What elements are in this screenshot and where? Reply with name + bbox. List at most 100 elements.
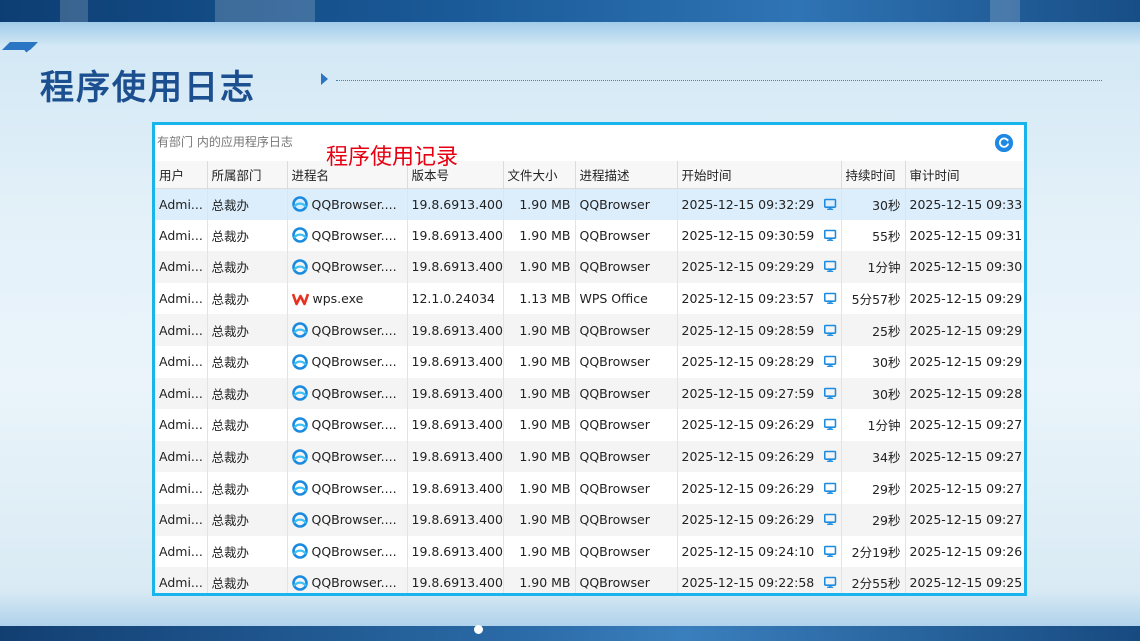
cell-version: 19.8.6913.400 — [407, 567, 504, 593]
process-name: wps.exe — [312, 291, 364, 307]
cell-version: 19.8.6913.400 — [407, 219, 504, 252]
monitor-icon[interactable] — [824, 228, 837, 243]
cell-duration: 55秒 — [841, 219, 906, 252]
monitor-icon[interactable] — [824, 417, 837, 432]
cell-audit: 2025-12-15 09:27 — [905, 440, 1024, 473]
cell-audit: 2025-12-15 09:26 — [905, 535, 1024, 568]
title-arrow-icon — [321, 73, 328, 85]
monitor-icon[interactable] — [824, 575, 837, 590]
cell-version: 12.1.0.24034 — [407, 282, 504, 315]
cell-size: 1.90 MB — [503, 535, 576, 568]
cell-user: Admi... — [155, 440, 208, 473]
cell-desc: QQBrowser — [575, 567, 678, 593]
cell-size: 1.90 MB — [503, 440, 576, 473]
cell-desc: QQBrowser — [575, 188, 678, 220]
cell-dept: 总裁办 — [207, 251, 288, 283]
process-name: QQBrowser.... — [311, 480, 397, 496]
monitor-icon[interactable] — [824, 197, 837, 212]
start-time: 2025-12-15 09:26:29 — [681, 449, 815, 465]
column-header[interactable]: 文件大小 — [503, 161, 576, 189]
qqbrowser-icon — [291, 353, 308, 370]
cell-audit: 2025-12-15 09:25 — [905, 567, 1024, 593]
monitor-icon[interactable] — [824, 259, 837, 274]
cell-process: QQBrowser.... — [287, 567, 408, 593]
table-row[interactable]: Admi... 总裁办 QQBrowser.... 19.8.6913.400 1.90… — [155, 503, 1024, 536]
start-time: 2025-12-15 09:24:10 — [681, 543, 815, 559]
cell-user: Admi... — [155, 314, 208, 346]
cell-audit: 2025-12-15 09:31 — [905, 219, 1024, 252]
monitor-icon[interactable] — [824, 291, 837, 306]
cell-dept: 总裁办 — [207, 282, 288, 315]
cell-audit: 2025-12-15 09:30 — [905, 251, 1024, 283]
cell-version: 19.8.6913.400 — [407, 409, 504, 441]
cell-duration: 1分钟 — [841, 409, 906, 441]
monitor-icon[interactable] — [824, 449, 837, 464]
cell-size: 1.90 MB — [503, 409, 576, 441]
process-name: QQBrowser.... — [311, 417, 397, 433]
qqbrowser-icon — [291, 322, 308, 338]
cell-size: 1.90 MB — [503, 503, 576, 536]
cell-size: 1.90 MB — [503, 314, 576, 346]
table-row[interactable]: Admi... 总裁办 QQBrowser.... 19.8.6913.400 1.90… — [155, 345, 1024, 378]
qqbrowser-icon — [291, 575, 308, 591]
cell-user: Admi... — [155, 282, 208, 315]
table-row[interactable]: Admi... 总裁办 QQBrowser.... 19.8.6913.400 1.90… — [155, 535, 1024, 568]
table-row[interactable]: Admi... 总裁办 QQBrowser.... 19.8.6913.400 1.90… — [155, 251, 1024, 283]
table-row[interactable]: Admi... 总裁办 QQBrowser.... 19.8.6913.400 1.90… — [155, 440, 1024, 473]
table-row[interactable]: Admi... 总裁办 QQBrowser.... 19.8.6913.400 1.90… — [155, 188, 1024, 220]
table-row[interactable]: Admi... 总裁办 QQBrowser.... 19.8.6913.400 1.90… — [155, 567, 1024, 593]
cell-desc: QQBrowser — [575, 314, 678, 346]
table-row[interactable]: Admi... 总裁办 wps.exe 12.1.0.24034 1.13 MB WPS … — [155, 282, 1024, 315]
monitor-icon[interactable] — [824, 512, 837, 527]
overlay-label: 程序使用记录 — [326, 145, 459, 170]
cell-version: 19.8.6913.400 — [407, 251, 504, 283]
table-row[interactable]: Admi... 总裁办 QQBrowser.... 19.8.6913.400 1.90… — [155, 472, 1024, 504]
cell-version: 19.8.6913.400 — [407, 503, 504, 536]
column-header[interactable]: 进程描述 — [575, 161, 678, 189]
cell-process: QQBrowser.... — [287, 440, 408, 473]
cell-start: 2025-12-15 09:26:29 — [677, 409, 842, 441]
start-time: 2025-12-15 09:29:29 — [681, 259, 815, 275]
table-row[interactable]: Admi... 总裁办 QQBrowser.... 19.8.6913.400 1.90… — [155, 377, 1024, 410]
table-row[interactable]: Admi... 总裁办 QQBrowser.... 19.8.6913.400 1.90… — [155, 409, 1024, 441]
column-header[interactable]: 用户 — [155, 161, 208, 189]
cell-size: 1.90 MB — [503, 251, 576, 283]
cell-version: 19.8.6913.400 — [407, 345, 504, 378]
table-row[interactable]: Admi... 总裁办 QQBrowser.... 19.8.6913.400 1.90… — [155, 314, 1024, 346]
cell-desc: QQBrowser — [575, 472, 678, 504]
table-row[interactable]: Admi... 总裁办 QQBrowser.... 19.8.6913.400 1.90… — [155, 219, 1024, 252]
cell-size: 1.90 MB — [503, 188, 576, 220]
cell-duration: 30秒 — [841, 188, 906, 220]
process-name: QQBrowser.... — [311, 575, 397, 591]
cell-start: 2025-12-15 09:23:57 — [677, 282, 842, 315]
monitor-icon[interactable] — [824, 354, 837, 369]
monitor-icon[interactable] — [824, 481, 837, 496]
cell-start: 2025-12-15 09:26:29 — [677, 472, 842, 504]
cell-process: QQBrowser.... — [287, 345, 408, 378]
bottom-banner — [0, 626, 1140, 641]
column-header[interactable]: 开始时间 — [677, 161, 842, 189]
cell-process: QQBrowser.... — [287, 472, 408, 504]
monitor-icon[interactable] — [824, 323, 837, 338]
cell-desc: QQBrowser — [575, 345, 678, 378]
start-time: 2025-12-15 09:23:57 — [681, 291, 815, 307]
qqbrowser-icon — [291, 511, 308, 528]
column-header[interactable]: 持续时间 — [841, 161, 906, 189]
cell-duration: 30秒 — [841, 345, 906, 378]
cell-size: 1.90 MB — [503, 567, 576, 593]
qqbrowser-icon — [291, 543, 308, 560]
cell-duration: 34秒 — [841, 440, 906, 473]
refresh-button[interactable] — [995, 134, 1013, 152]
cell-user: Admi... — [155, 345, 208, 378]
column-header[interactable]: 审计时间 — [905, 161, 1024, 189]
title-divider — [336, 80, 1102, 81]
cell-dept: 总裁办 — [207, 409, 288, 441]
cell-desc: QQBrowser — [575, 535, 678, 568]
cell-desc: QQBrowser — [575, 409, 678, 441]
refresh-icon — [995, 134, 1013, 152]
column-header[interactable]: 所属部门 — [207, 161, 288, 189]
cell-duration: 5分57秒 — [841, 282, 906, 315]
cell-duration: 2分19秒 — [841, 535, 906, 568]
monitor-icon[interactable] — [824, 544, 837, 559]
monitor-icon[interactable] — [824, 386, 837, 401]
